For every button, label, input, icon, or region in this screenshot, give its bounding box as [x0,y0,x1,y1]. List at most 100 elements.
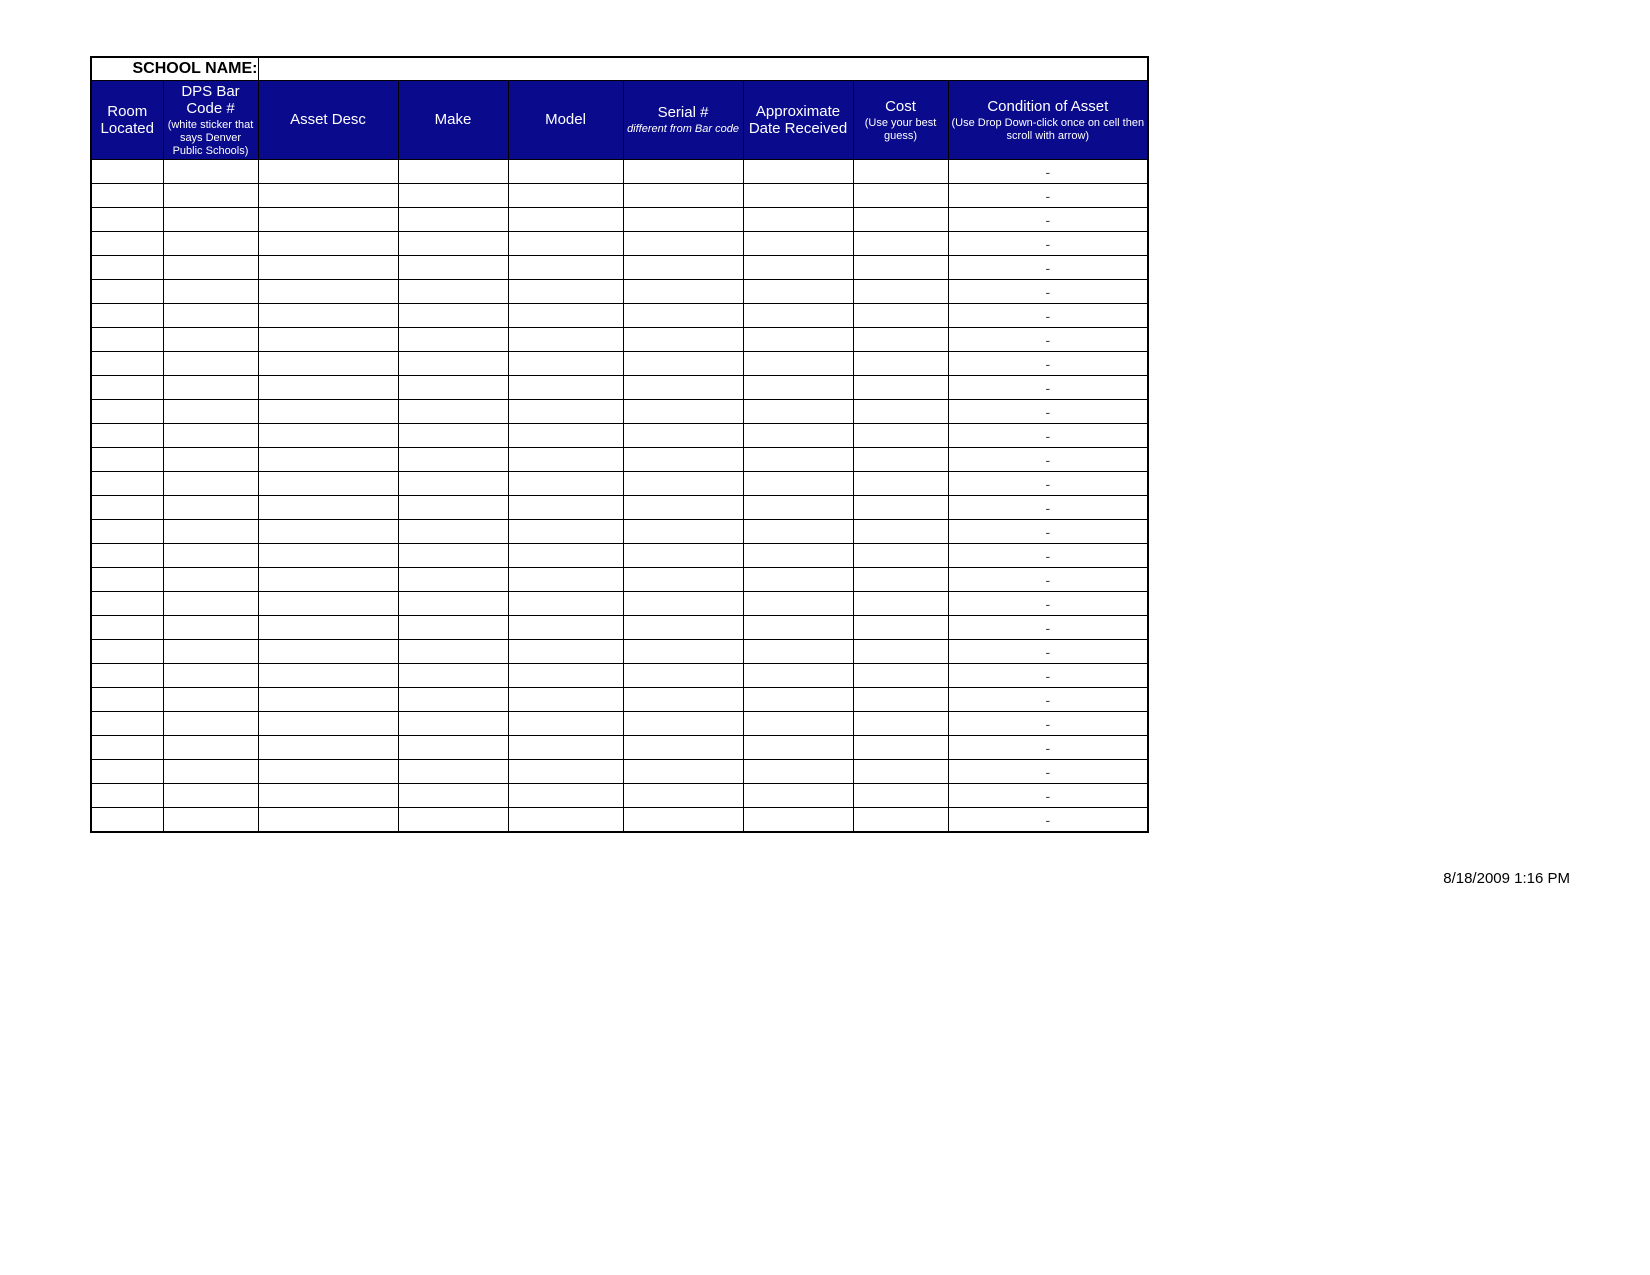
cell-cost[interactable] [853,784,948,808]
cell-cost[interactable] [853,232,948,256]
cell-cost[interactable] [853,400,948,424]
cell-condition[interactable]: - [948,616,1148,640]
cell-barcode[interactable] [163,424,258,448]
cell-asset-desc[interactable] [258,376,398,400]
cell-date-received[interactable] [743,664,853,688]
cell-room[interactable] [91,400,163,424]
cell-barcode[interactable] [163,592,258,616]
cell-cost[interactable] [853,208,948,232]
cell-condition[interactable]: - [948,664,1148,688]
cell-barcode[interactable] [163,352,258,376]
cell-cost[interactable] [853,568,948,592]
cell-date-received[interactable] [743,232,853,256]
cell-room[interactable] [91,616,163,640]
cell-barcode[interactable] [163,304,258,328]
cell-model[interactable] [508,568,623,592]
cell-serial[interactable] [623,496,743,520]
cell-serial[interactable] [623,304,743,328]
cell-cost[interactable] [853,640,948,664]
cell-asset-desc[interactable] [258,280,398,304]
cell-barcode[interactable] [163,616,258,640]
cell-model[interactable] [508,424,623,448]
cell-asset-desc[interactable] [258,568,398,592]
cell-room[interactable] [91,160,163,184]
cell-serial[interactable] [623,184,743,208]
cell-model[interactable] [508,520,623,544]
cell-barcode[interactable] [163,736,258,760]
cell-barcode[interactable] [163,400,258,424]
cell-model[interactable] [508,400,623,424]
cell-date-received[interactable] [743,400,853,424]
cell-cost[interactable] [853,760,948,784]
cell-serial[interactable] [623,544,743,568]
cell-room[interactable] [91,640,163,664]
cell-asset-desc[interactable] [258,184,398,208]
cell-asset-desc[interactable] [258,664,398,688]
cell-cost[interactable] [853,448,948,472]
cell-condition[interactable]: - [948,400,1148,424]
cell-asset-desc[interactable] [258,328,398,352]
cell-condition[interactable]: - [948,544,1148,568]
cell-date-received[interactable] [743,712,853,736]
cell-cost[interactable] [853,472,948,496]
cell-make[interactable] [398,592,508,616]
cell-asset-desc[interactable] [258,208,398,232]
cell-cost[interactable] [853,616,948,640]
cell-cost[interactable] [853,688,948,712]
cell-room[interactable] [91,208,163,232]
cell-make[interactable] [398,568,508,592]
cell-room[interactable] [91,376,163,400]
cell-serial[interactable] [623,640,743,664]
cell-make[interactable] [398,376,508,400]
cell-serial[interactable] [623,448,743,472]
cell-condition[interactable]: - [948,640,1148,664]
cell-asset-desc[interactable] [258,520,398,544]
cell-asset-desc[interactable] [258,256,398,280]
cell-make[interactable] [398,496,508,520]
cell-date-received[interactable] [743,256,853,280]
cell-room[interactable] [91,688,163,712]
cell-model[interactable] [508,736,623,760]
cell-barcode[interactable] [163,784,258,808]
cell-model[interactable] [508,184,623,208]
cell-room[interactable] [91,304,163,328]
cell-room[interactable] [91,544,163,568]
cell-room[interactable] [91,712,163,736]
cell-condition[interactable]: - [948,448,1148,472]
cell-make[interactable] [398,736,508,760]
cell-serial[interactable] [623,424,743,448]
cell-make[interactable] [398,544,508,568]
cell-condition[interactable]: - [948,424,1148,448]
cell-room[interactable] [91,520,163,544]
cell-room[interactable] [91,784,163,808]
cell-make[interactable] [398,184,508,208]
cell-date-received[interactable] [743,376,853,400]
cell-serial[interactable] [623,616,743,640]
cell-asset-desc[interactable] [258,712,398,736]
cell-barcode[interactable] [163,280,258,304]
cell-barcode[interactable] [163,472,258,496]
cell-condition[interactable]: - [948,592,1148,616]
cell-date-received[interactable] [743,280,853,304]
cell-serial[interactable] [623,256,743,280]
cell-date-received[interactable] [743,736,853,760]
cell-barcode[interactable] [163,256,258,280]
cell-date-received[interactable] [743,544,853,568]
cell-barcode[interactable] [163,688,258,712]
cell-serial[interactable] [623,472,743,496]
cell-room[interactable] [91,760,163,784]
cell-condition[interactable]: - [948,184,1148,208]
cell-asset-desc[interactable] [258,472,398,496]
cell-room[interactable] [91,808,163,833]
cell-room[interactable] [91,424,163,448]
cell-cost[interactable] [853,160,948,184]
cell-condition[interactable]: - [948,496,1148,520]
cell-condition[interactable]: - [948,232,1148,256]
cell-barcode[interactable] [163,208,258,232]
cell-make[interactable] [398,520,508,544]
cell-make[interactable] [398,352,508,376]
cell-condition[interactable]: - [948,280,1148,304]
cell-condition[interactable]: - [948,712,1148,736]
cell-model[interactable] [508,352,623,376]
cell-date-received[interactable] [743,568,853,592]
